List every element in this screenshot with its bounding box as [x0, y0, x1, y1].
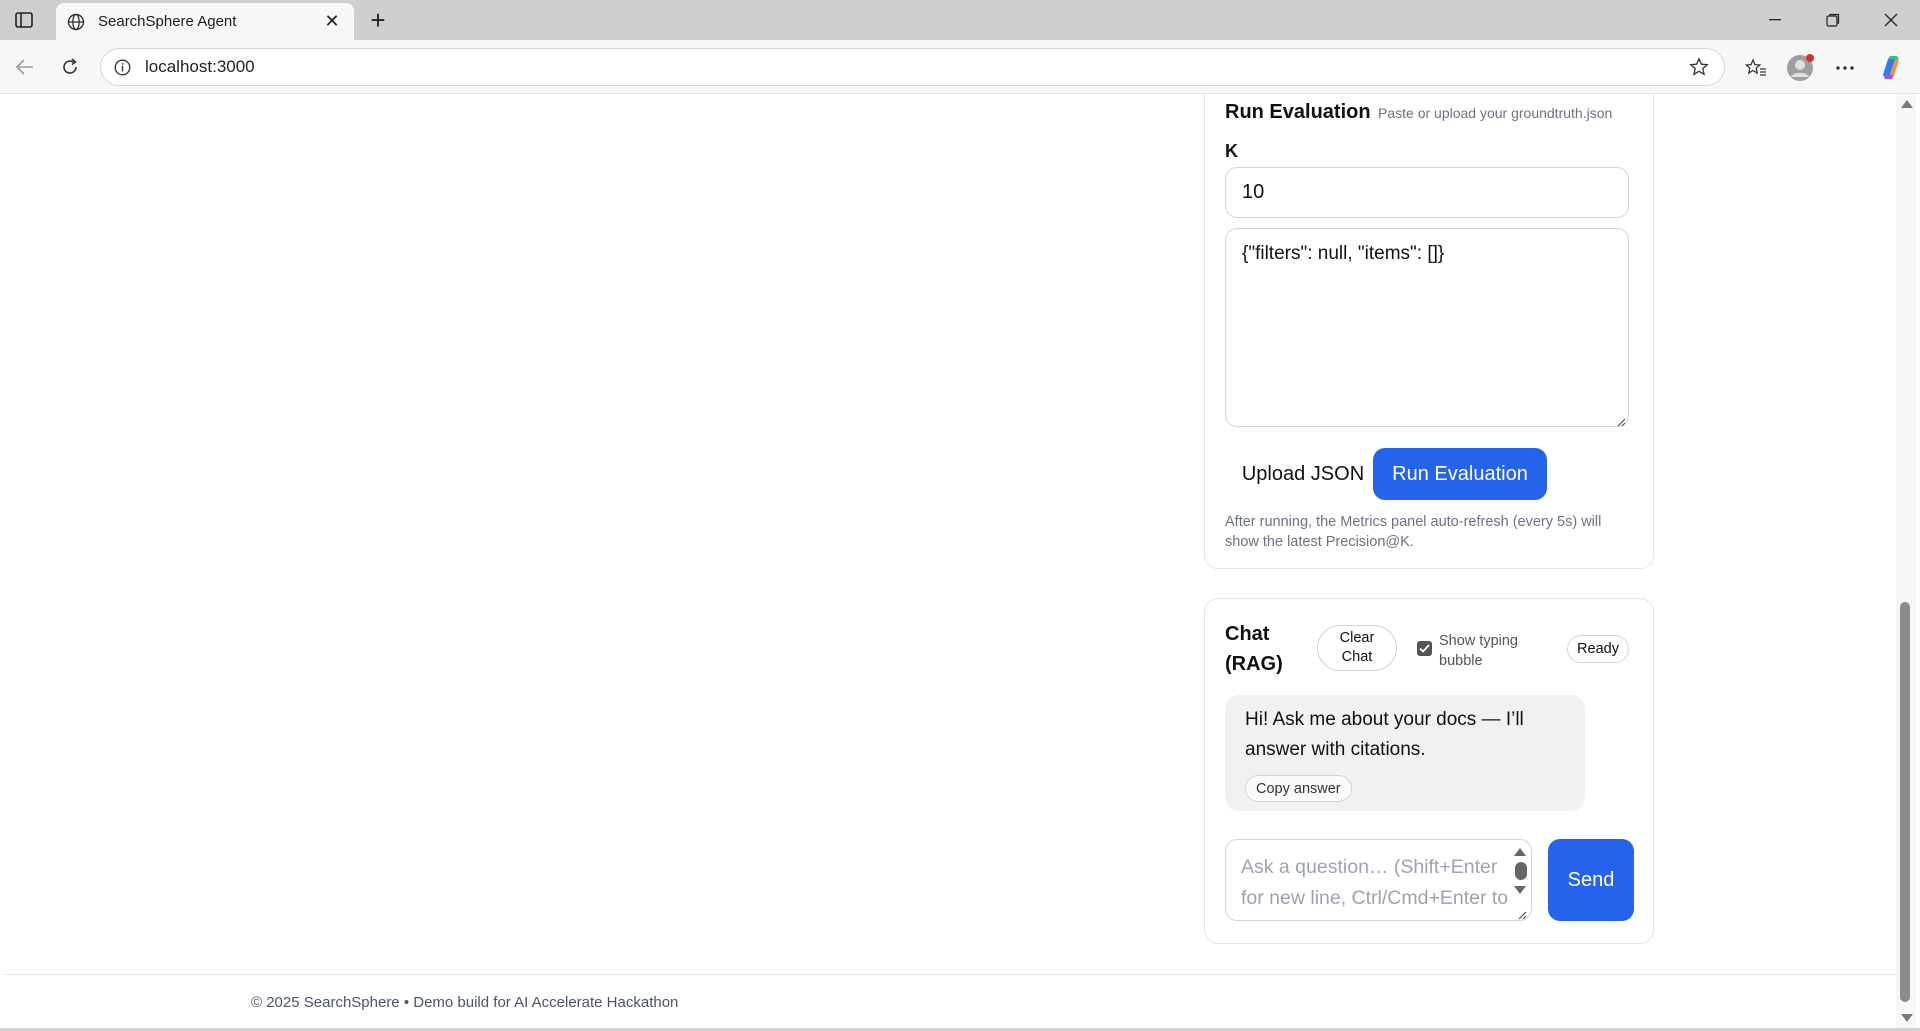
page-scrollbar[interactable]	[1896, 94, 1916, 1028]
resize-grip-icon[interactable]	[1517, 907, 1527, 920]
message-text: Hi! Ask me about your docs — I’ll answer…	[1245, 709, 1524, 760]
upload-json-button[interactable]: Upload JSON	[1225, 448, 1381, 500]
k-label: K	[1225, 141, 1238, 161]
page-content: Run Evaluation Paste or upload your grou…	[4, 94, 1896, 1028]
k-input[interactable]	[1225, 167, 1629, 218]
scroll-up-arrow-icon[interactable]	[1901, 100, 1913, 108]
new-tab-icon[interactable]: +	[364, 5, 392, 35]
scrollbar-thumb[interactable]	[1900, 602, 1910, 1002]
copilot-icon[interactable]	[1875, 52, 1907, 84]
back-icon[interactable]	[10, 52, 40, 82]
input-scrollbar-thumb[interactable]	[1515, 862, 1527, 880]
clear-chat-button[interactable]: Clear Chat	[1317, 625, 1397, 671]
url-field[interactable]: localhost:3000	[100, 48, 1725, 86]
footer: © 2025 SearchSphere • Demo build for AI …	[4, 974, 1896, 1028]
window-close-icon[interactable]	[1868, 0, 1914, 40]
tab-actions-icon[interactable]	[12, 9, 36, 31]
scroll-down-arrow-icon[interactable]	[1901, 1014, 1913, 1022]
footer-text: © 2025 SearchSphere • Demo build for AI …	[251, 994, 679, 1011]
info-icon[interactable]	[113, 58, 131, 76]
scroll-up-icon[interactable]	[1514, 848, 1526, 856]
copy-answer-button[interactable]: Copy answer	[1245, 775, 1352, 802]
browser-tab-bar: SearchSphere Agent ✕ +	[0, 0, 1920, 40]
minimize-icon[interactable]	[1752, 0, 1798, 40]
question-input[interactable]: Ask a question… (Shift+Enter for new lin…	[1225, 839, 1532, 921]
evaluation-subtitle: Paste or upload your groundtruth.json	[1378, 105, 1613, 121]
send-button[interactable]: Send	[1548, 839, 1634, 921]
favorites-icon[interactable]	[1740, 52, 1772, 84]
restore-icon[interactable]	[1810, 0, 1856, 40]
tab-title: SearchSphere Agent	[98, 13, 237, 30]
address-bar: localhost:3000	[0, 40, 1920, 94]
reload-icon[interactable]	[55, 52, 85, 82]
status-badge: Ready	[1567, 635, 1629, 663]
assistant-message: Hi! Ask me about your docs — I’ll answer…	[1225, 695, 1585, 811]
favorite-star-icon[interactable]	[1684, 52, 1714, 82]
groundtruth-json-textarea[interactable]: {"filters": null, "items": []}	[1225, 228, 1629, 427]
evaluation-title: Run Evaluation	[1225, 101, 1371, 123]
globe-icon	[66, 12, 86, 32]
close-icon[interactable]: ✕	[320, 10, 344, 34]
chat-title: Chat (RAG)	[1225, 623, 1283, 675]
typing-bubble-checkbox[interactable]	[1417, 641, 1432, 656]
evaluation-note: After running, the Metrics panel auto-re…	[1225, 514, 1602, 550]
evaluation-card: Run Evaluation Paste or upload your grou…	[1204, 94, 1654, 569]
question-placeholder: Ask a question… (Shift+Enter for new lin…	[1241, 856, 1509, 920]
profile-avatar-icon[interactable]	[1784, 52, 1816, 84]
chat-card: Chat (RAG) Clear Chat Show typing bubble…	[1204, 598, 1654, 944]
browser-tab[interactable]: SearchSphere Agent ✕	[56, 3, 354, 40]
scroll-down-icon[interactable]	[1514, 886, 1526, 894]
resize-grip-icon[interactable]	[1616, 414, 1626, 427]
typing-bubble-label: Show typing bubble	[1439, 633, 1518, 669]
more-options-icon[interactable]	[1829, 52, 1861, 84]
url-text: localhost:3000	[145, 57, 255, 76]
run-evaluation-button[interactable]: Run Evaluation	[1373, 448, 1547, 500]
